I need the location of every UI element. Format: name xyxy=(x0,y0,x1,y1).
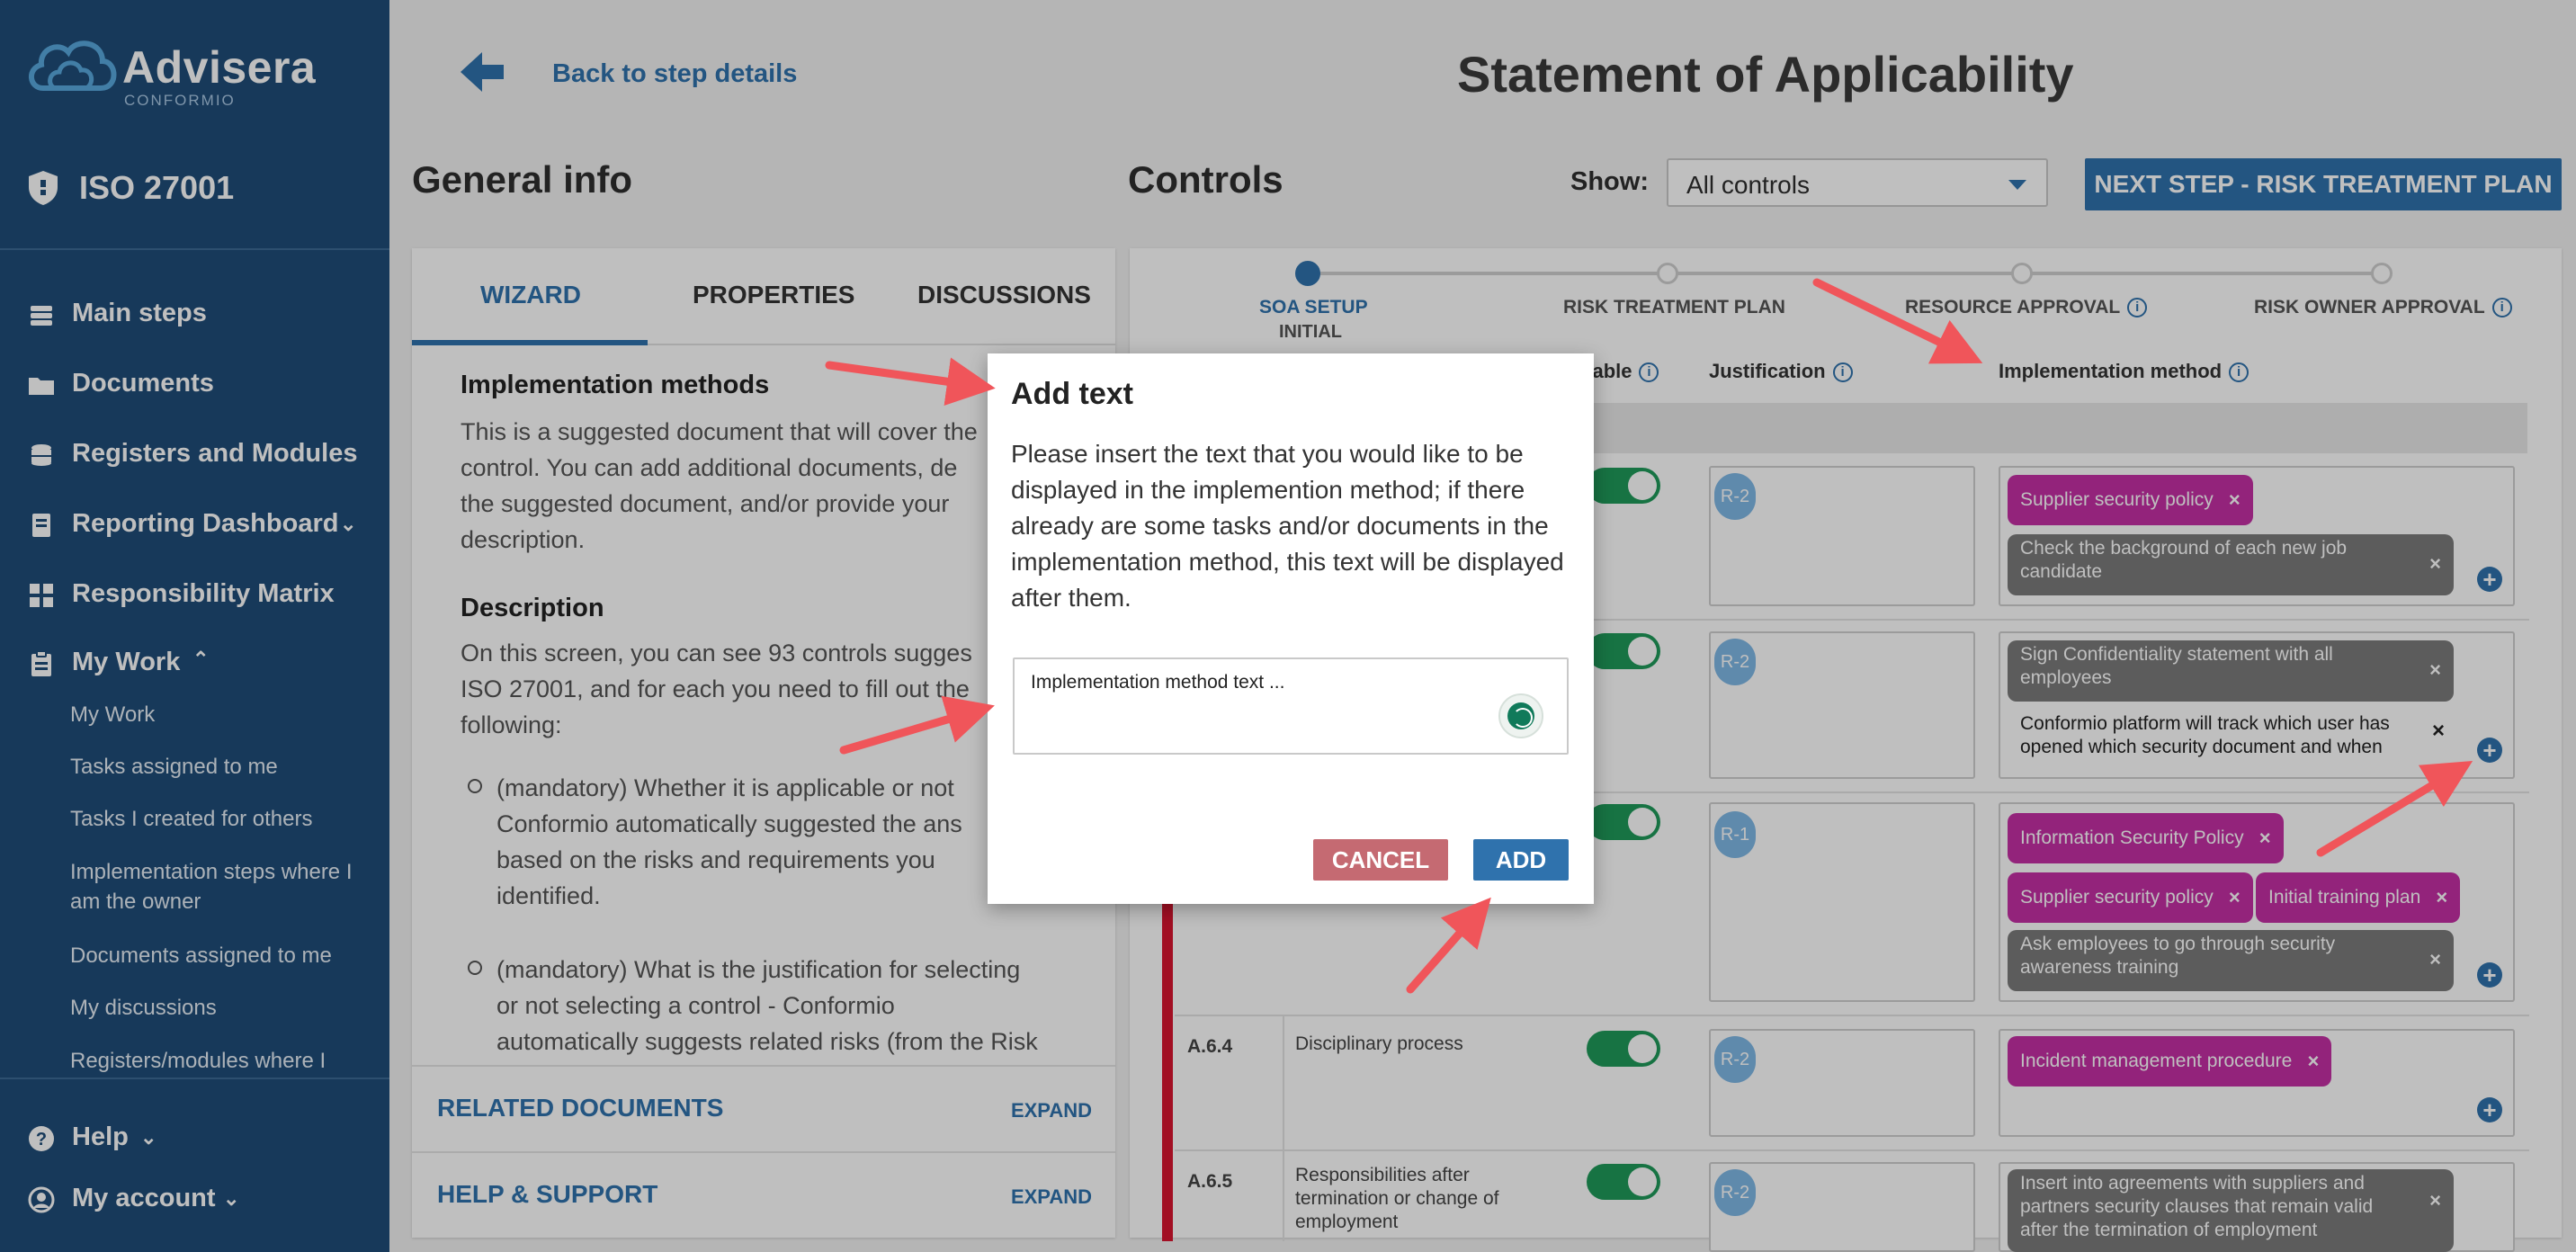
arrow-to-input xyxy=(839,695,995,755)
arrow-to-add-icon xyxy=(2316,761,2473,857)
arrow-to-implementation-column xyxy=(1812,278,1983,364)
arrow-to-add-button xyxy=(1406,897,1491,994)
annotation-arrows xyxy=(825,278,2473,994)
arrow-to-dialog-title xyxy=(825,357,996,407)
